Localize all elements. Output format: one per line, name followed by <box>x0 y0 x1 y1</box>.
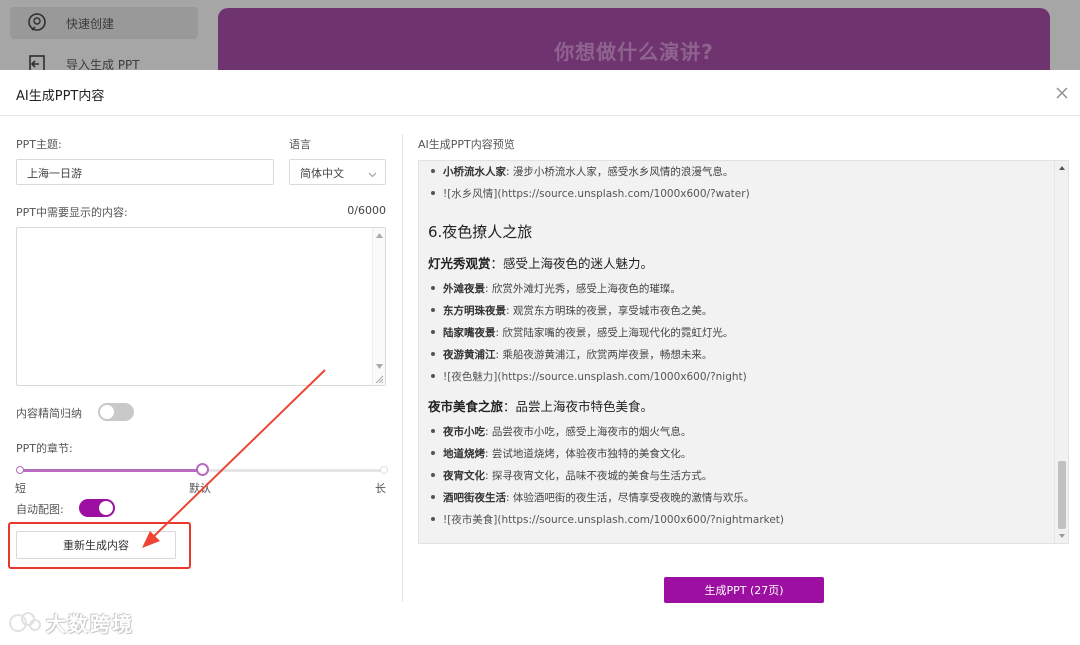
slider-handle[interactable] <box>196 463 209 476</box>
preview-panel[interactable]: 小桥流水人家: 漫步小桥流水人家，感受水乡风情的浪漫气息。 ![水乡风情](htt… <box>418 160 1069 544</box>
topic-input[interactable]: 上海一日游 <box>16 159 274 185</box>
subheading-title: 夜市美食之旅 <box>428 399 504 414</box>
preview-bullet: 陆家嘴夜景: 欣赏陆家嘴的夜景，感受上海现代化的霓虹灯光。 <box>429 325 733 340</box>
subheading-title: 灯光秀观赏 <box>428 256 491 271</box>
bullet-title: 东方明珠夜景 <box>443 305 506 317</box>
annotation-highlight-box <box>8 522 191 569</box>
bullet-text: : 品尝夜市小吃，感受上海夜市的烟火气息。 <box>485 426 692 438</box>
chapters-label: PPT的章节: <box>16 442 73 455</box>
chapters-slider[interactable] <box>16 463 388 476</box>
bullet-text: : 观赏东方明珠的夜景，享受城市夜色之美。 <box>506 305 713 317</box>
panel-divider <box>402 134 403 602</box>
modal-overlay <box>0 0 1080 70</box>
preview-heading: 6.夜色撩人之旅 <box>428 223 533 241</box>
subheading-text: ：感受上海夜色的迷人魅力。 <box>490 256 654 271</box>
preview-bullet: 酒吧街夜生活: 体验酒吧街的夜生活，尽情享受夜晚的激情与欢乐。 <box>429 490 754 505</box>
preview-bullet: 夜市小吃: 品尝夜市小吃，感受上海夜市的烟火气息。 <box>429 424 691 439</box>
content-label: PPT中需要显示的内容: <box>16 206 128 219</box>
preview-subheading: 夜市美食之旅：品尝上海夜市特色美食。 <box>428 396 653 415</box>
auto-image-toggle[interactable] <box>79 499 115 517</box>
subheading-text: ：品尝上海夜市特色美食。 <box>503 399 654 414</box>
preview-image-link: ![水乡风情](https://source.unsplash.com/1000… <box>429 186 750 201</box>
bullet-dot-icon <box>431 473 435 477</box>
preview-bullet: 夜游黄浦江: 乘船夜游黄浦江，欣赏两岸夜景，畅想未来。 <box>429 347 712 362</box>
watermark: 大数跨境 <box>8 608 134 637</box>
chevron-down-icon <box>368 168 377 181</box>
bullet-text: : 欣赏外滩灯光秀，感受上海夜色的璀璨。 <box>485 283 681 295</box>
scroll-up-icon[interactable] <box>1059 166 1065 170</box>
auto-image-label: 自动配图: <box>16 503 64 516</box>
bullet-text: : 漫步小桥流水人家，感受水乡风情的浪漫气息。 <box>506 166 734 178</box>
bullet-dot-icon <box>431 495 435 499</box>
tick-label-default: 默认 <box>189 482 211 495</box>
summarize-toggle[interactable] <box>98 403 134 421</box>
preview-bullet: 夜宵文化: 探寻夜宵文化，品味不夜城的美食与生活方式。 <box>429 468 712 483</box>
bullet-text: : 探寻夜宵文化，品味不夜城的美食与生活方式。 <box>485 470 713 482</box>
watermark-text: 大数跨境 <box>46 612 134 636</box>
bullet-title: 外滩夜景 <box>443 283 485 295</box>
preview-bullet: 小桥流水人家: 漫步小桥流水人家，感受水乡风情的浪漫气息。 <box>429 164 733 179</box>
slider-tick <box>16 466 24 474</box>
bullet-dot-icon <box>431 308 435 312</box>
bullet-text: ![水乡风情](https://source.unsplash.com/1000… <box>443 188 750 200</box>
bullet-dot-icon <box>431 330 435 334</box>
bullet-title: 夜游黄浦江 <box>443 349 496 361</box>
close-icon[interactable] <box>1054 85 1070 101</box>
preview-title: AI生成PPT内容预览 <box>418 138 515 151</box>
bullet-text: : 乘船夜游黄浦江，欣赏两岸夜景，畅想未来。 <box>495 349 713 361</box>
bullet-dot-icon <box>431 169 435 173</box>
bullet-dot-icon <box>431 451 435 455</box>
bullet-title: 陆家嘴夜景 <box>443 327 496 339</box>
generate-ppt-button[interactable]: 生成PPT (27页) <box>664 577 824 603</box>
language-value: 简体中文 <box>300 167 344 180</box>
bullet-dot-icon <box>431 374 435 378</box>
summarize-label: 内容精简归纳 <box>16 407 82 420</box>
language-label: 语言 <box>289 138 311 151</box>
bullet-dot-icon <box>431 191 435 195</box>
preview-bullet: 地道烧烤: 尝试地道烧烤，体验夜市独特的美食文化。 <box>429 446 691 461</box>
bullet-text: ![夜色魅力](https://source.unsplash.com/1000… <box>443 371 747 383</box>
tick-label-short: 短 <box>15 482 26 495</box>
preview-subheading: 灯光秀观赏：感受上海夜色的迷人魅力。 <box>428 253 653 272</box>
modal-title: AI生成PPT内容 <box>16 89 105 104</box>
slider-tick <box>380 466 388 474</box>
preview-image-link: ![夜色魅力](https://source.unsplash.com/1000… <box>429 369 747 384</box>
modal-header: AI生成PPT内容 <box>0 70 1080 116</box>
slider-fill <box>20 469 202 472</box>
textarea-scrollbar[interactable] <box>372 228 385 385</box>
bullet-text: : 尝试地道烧烤，体验夜市独特的美食文化。 <box>485 448 692 460</box>
bullet-title: 酒吧街夜生活 <box>443 492 506 504</box>
watermark-logo-icon <box>9 611 41 632</box>
content-counter: 0/6000 <box>347 204 386 217</box>
bullet-dot-icon <box>431 429 435 433</box>
bullet-title: 夜宵文化 <box>443 470 485 482</box>
bullet-dot-icon <box>431 517 435 521</box>
scroll-down-icon[interactable] <box>1059 534 1065 538</box>
tick-label-long: 长 <box>375 482 386 495</box>
ai-generate-modal: AI生成PPT内容 PPT主题: 语言 上海一日游 简体中文 PPT中需要显示的… <box>0 70 1080 645</box>
preview-scrollbar[interactable] <box>1054 161 1068 543</box>
bullet-text: ![夜市美食](https://source.unsplash.com/1000… <box>443 514 785 526</box>
bullet-title: 小桥流水人家 <box>443 166 506 178</box>
language-select[interactable]: 简体中文 <box>289 159 386 185</box>
bullet-text: : 欣赏陆家嘴的夜景，感受上海现代化的霓虹灯光。 <box>495 327 734 339</box>
bullet-dot-icon <box>431 286 435 290</box>
bullet-text: : 体验酒吧街的夜生活，尽情享受夜晚的激情与欢乐。 <box>506 492 755 504</box>
bullet-dot-icon <box>431 352 435 356</box>
preview-bullet: 外滩夜景: 欣赏外滩灯光秀，感受上海夜色的璀璨。 <box>429 281 681 296</box>
bullet-title: 地道烧烤 <box>443 448 485 460</box>
topic-label: PPT主题: <box>16 138 62 151</box>
content-textarea[interactable] <box>16 227 386 386</box>
preview-bullet: 东方明珠夜景: 观赏东方明珠的夜景，享受城市夜色之美。 <box>429 303 712 318</box>
preview-image-link: ![夜市美食](https://source.unsplash.com/1000… <box>429 512 784 527</box>
bullet-title: 夜市小吃 <box>443 426 485 438</box>
scroll-thumb[interactable] <box>1058 461 1066 529</box>
